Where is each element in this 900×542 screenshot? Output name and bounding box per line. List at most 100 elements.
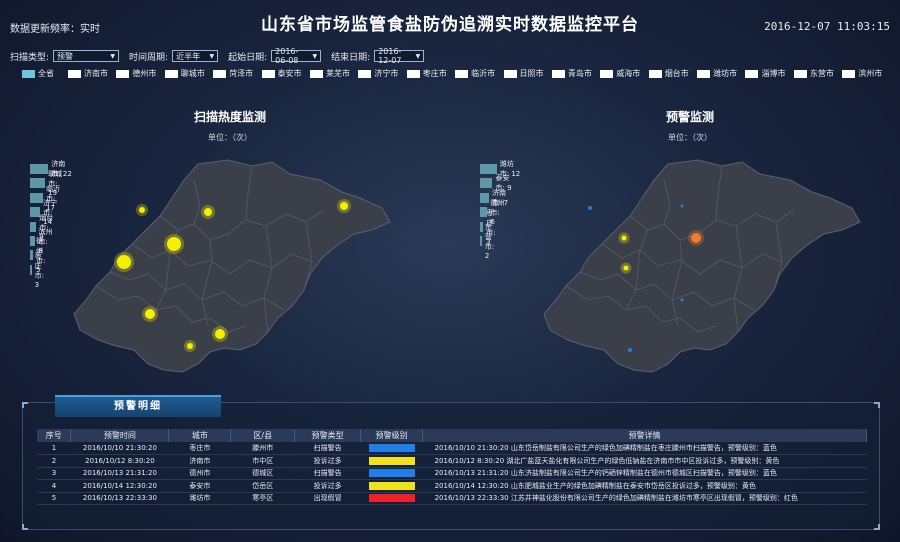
table-row[interactable]: 2 2016/10/12 8:30:20 济南市 市中区 投诉过多 2016/10/12 … bbox=[37, 454, 867, 468]
cell-detail: 2016/10/13 22:33:30 江苏井神盐化股份有限公司生产的绿色加碘精… bbox=[422, 492, 867, 505]
bar[interactable] bbox=[480, 192, 490, 203]
scan-type-label: 扫描类型: bbox=[10, 52, 50, 63]
scan-heat-dots bbox=[114, 199, 351, 352]
city-label: 烟台市 bbox=[664, 69, 689, 78]
bar[interactable] bbox=[30, 192, 44, 203]
cell-type: 投诉过多 bbox=[294, 479, 361, 493]
scan-hotspot[interactable] bbox=[215, 329, 225, 339]
warning-detail-tab[interactable]: 预警明细 bbox=[55, 395, 221, 417]
checkbox-icon bbox=[116, 69, 130, 78]
warning-point[interactable] bbox=[623, 265, 629, 271]
start-date-select[interactable]: 2016-06-08 ▼ bbox=[271, 47, 322, 65]
end-date-select[interactable]: 2016-12-07 ▼ bbox=[374, 47, 425, 65]
city-label: 滨州市 bbox=[858, 69, 883, 78]
table-row[interactable]: 1 2016/10/10 21:30:20 枣庄市 滕州市 扫描警告 2016/10/10… bbox=[37, 442, 867, 455]
city-checkbox[interactable]: 济宁市 bbox=[358, 68, 406, 79]
warning-point[interactable] bbox=[680, 204, 684, 208]
cell-city: 德州市 bbox=[168, 467, 231, 480]
warning-point[interactable] bbox=[588, 206, 592, 210]
warning-point[interactable] bbox=[628, 348, 632, 352]
column-header[interactable]: 预警时间 bbox=[70, 429, 170, 442]
scan-hotspot[interactable] bbox=[340, 202, 348, 210]
city-checkbox[interactable]: 泰安市 bbox=[261, 68, 310, 79]
cell-time: 2016/10/13 21:31:20 bbox=[70, 467, 169, 480]
table-row[interactable]: 5 2016/10/13 22:33:30 潍坊市 寒亭区 出现假冒 2016/10/13… bbox=[37, 492, 867, 505]
column-header[interactable]: 区/县 bbox=[230, 429, 296, 442]
bar[interactable] bbox=[480, 236, 482, 246]
city-checkbox[interactable]: 临沂市 bbox=[455, 68, 503, 79]
city-checkbox[interactable]: 莱芜市 bbox=[309, 68, 358, 79]
scan-hotspot[interactable] bbox=[167, 237, 181, 251]
cell-district: 德城区 bbox=[230, 467, 295, 480]
bar[interactable] bbox=[30, 236, 36, 246]
cell-type: 扫描警告 bbox=[294, 467, 361, 480]
checkbox-icon bbox=[648, 69, 662, 78]
bar[interactable] bbox=[30, 164, 49, 174]
city-checkbox[interactable]: 滨州市 bbox=[842, 68, 890, 79]
city-checkbox[interactable]: 全省 bbox=[22, 68, 68, 79]
cell-detail: 2016/10/12 8:30:20 湖北广盐蓝天盐化有限公司生产的绿色低钠盐在… bbox=[422, 454, 867, 468]
bar[interactable] bbox=[480, 178, 493, 189]
bar[interactable] bbox=[30, 250, 33, 261]
city-checkbox[interactable]: 德州市 bbox=[116, 68, 164, 79]
city-label: 淄博市 bbox=[761, 69, 786, 78]
city-checkbox[interactable]: 威海市 bbox=[600, 68, 648, 79]
scan-hotspot[interactable] bbox=[117, 255, 131, 269]
city-checkbox[interactable]: 枣庄市 bbox=[406, 68, 455, 79]
checkbox-icon bbox=[745, 69, 759, 78]
scan-hotspot[interactable] bbox=[204, 208, 212, 216]
scan-hotspot[interactable] bbox=[187, 343, 193, 349]
level-swatch bbox=[368, 481, 415, 490]
city-checkbox[interactable]: 淄博市 bbox=[745, 68, 793, 79]
scan-hotspot[interactable] bbox=[145, 309, 155, 319]
scan-heat-title: 扫描热度监测 bbox=[193, 110, 266, 124]
warning-point[interactable] bbox=[621, 235, 627, 241]
city-checkbox[interactable]: 东营市 bbox=[793, 68, 842, 79]
table-row[interactable]: 4 2016/10/14 12:30:20 泰安市 岱岳区 投诉过多 2016/10/14… bbox=[37, 479, 867, 493]
column-header[interactable]: 预警级别 bbox=[360, 429, 424, 442]
bar-label: 东营市: 2 bbox=[484, 223, 495, 260]
column-header[interactable]: 序号 bbox=[37, 429, 72, 442]
city-label: 潍坊市 bbox=[713, 69, 738, 78]
chevron-down-icon: ▼ bbox=[415, 52, 421, 60]
bar[interactable] bbox=[480, 164, 497, 174]
time-period-select[interactable]: 近半年 ▼ bbox=[172, 50, 219, 62]
column-header[interactable]: 预警类型 bbox=[294, 429, 362, 442]
cell-no: 1 bbox=[37, 442, 71, 455]
bar[interactable] bbox=[30, 264, 32, 275]
bar[interactable] bbox=[30, 178, 46, 189]
filter-bar: 扫描类型: 预警 ▼ 时间周期: 近半年 ▼ 起始日期: 2016-06-08 ▼ 结… bbox=[10, 47, 434, 65]
cell-district: 滕州市 bbox=[230, 442, 295, 455]
bar[interactable] bbox=[480, 221, 484, 232]
cell-district: 寒亭区 bbox=[230, 492, 295, 505]
column-header[interactable]: 城市 bbox=[168, 429, 232, 442]
column-header[interactable]: 预警详情 bbox=[422, 429, 867, 442]
city-checkbox[interactable]: 济南市 bbox=[68, 68, 116, 79]
time-period-value: 近半年 bbox=[176, 51, 201, 61]
city-label: 济南市 bbox=[84, 69, 108, 78]
cell-detail: 2016/10/13 21:31:20 山东济盐制盐有限公司生产的钙硒锌精制盐在… bbox=[422, 467, 867, 480]
city-label: 莱芜市 bbox=[325, 69, 350, 78]
city-label: 全省 bbox=[38, 69, 54, 78]
cell-city: 枣庄市 bbox=[168, 442, 231, 455]
checkbox-icon bbox=[68, 69, 81, 78]
city-checkbox[interactable]: 聊城市 bbox=[164, 68, 213, 79]
warning-point[interactable] bbox=[691, 233, 701, 243]
top-bar: 数据更新频率：实时 山东省市场监管食盐防伪追溯实时数据监控平台 2016-12-… bbox=[0, 0, 900, 42]
bar-label: 枣庄市: 3 bbox=[34, 251, 44, 289]
warning-point[interactable] bbox=[680, 298, 684, 302]
city-checkbox[interactable]: 菏泽市 bbox=[213, 68, 261, 79]
table-row[interactable]: 3 2016/10/13 21:31:20 德州市 德城区 扫描警告 2016/10/13… bbox=[37, 467, 867, 480]
city-checkbox[interactable]: 青岛市 bbox=[551, 68, 600, 79]
scan-hotspot[interactable] bbox=[139, 207, 145, 213]
scan-type-select[interactable]: 预警 ▼ bbox=[53, 50, 120, 62]
city-checkbox[interactable]: 日照市 bbox=[503, 68, 552, 79]
city-checkbox[interactable]: 烟台市 bbox=[648, 68, 697, 79]
warning-detail-panel: 预警明细 序号 预警时间 城市 区/县 预警类型 预警级别 预警详情 1 2016… bbox=[22, 395, 880, 530]
cell-no: 2 bbox=[37, 454, 71, 468]
cell-time: 2016/10/12 8:30:20 bbox=[70, 454, 169, 468]
city-checkbox[interactable]: 潍坊市 bbox=[697, 68, 745, 79]
checkbox-icon bbox=[261, 69, 275, 78]
cell-level bbox=[360, 454, 423, 468]
bar[interactable] bbox=[30, 221, 37, 232]
